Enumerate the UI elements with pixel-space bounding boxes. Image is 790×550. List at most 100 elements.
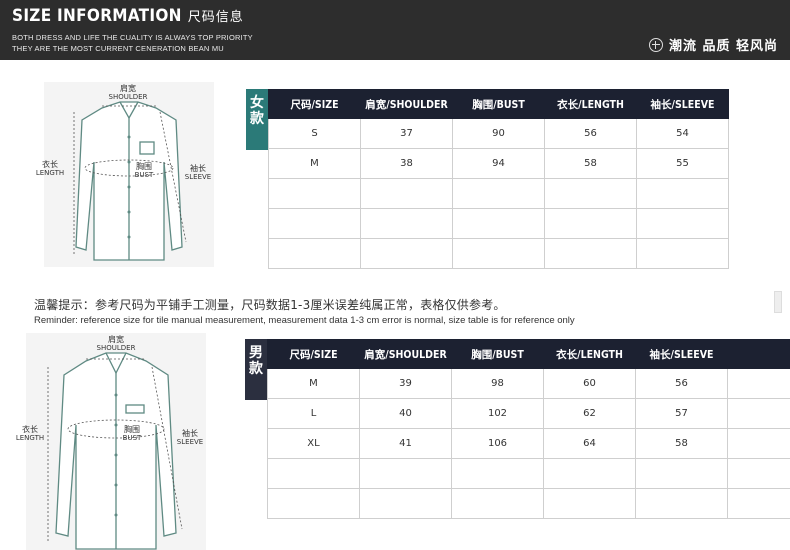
- header-length: 衣长/LENGTH: [544, 89, 637, 119]
- table-cell: 54: [636, 118, 729, 149]
- table-cell: [727, 488, 790, 519]
- table-row: [267, 488, 790, 519]
- table-cell: 58: [544, 148, 637, 179]
- tagline-text: 潮流 品质 轻风尚: [668, 39, 778, 54]
- table-cell: [452, 238, 545, 269]
- table-cell: [727, 398, 790, 429]
- table-header-row: 尺码/SIZE 肩宽/SHOULDER 胸围/BUST 衣长/LENGTH 袖长…: [268, 89, 729, 119]
- men-size-table: 尺码/SIZE 肩宽/SHOULDER 胸围/BUST 衣长/LENGTH 袖长…: [267, 339, 790, 519]
- header-extra: [727, 339, 790, 369]
- header-shoulder: 肩宽/SHOULDER: [360, 89, 453, 119]
- table-row: M 38 94 58 55: [268, 148, 729, 179]
- table-cell: 37: [360, 118, 453, 149]
- table-cell: 102: [451, 398, 544, 429]
- header-sleeve: 袖长/SLEEVE: [635, 339, 728, 369]
- table-header-row: 尺码/SIZE 肩宽/SHOULDER 胸围/BUST 衣长/LENGTH 袖长…: [267, 339, 790, 369]
- table-cell: 94: [452, 148, 545, 179]
- table-cell: [727, 368, 790, 399]
- table-cell: 62: [543, 398, 636, 429]
- table-cell: [543, 458, 636, 489]
- table-cell: 41: [359, 428, 452, 459]
- table-cell: 60: [543, 368, 636, 399]
- table-cell: 57: [635, 398, 728, 429]
- table-row: XL 41 106 64 58: [267, 428, 790, 459]
- women-shirt-diagram: 肩宽 SHOULDER 衣长 LENGTH 胸围 BUST 袖长 SLEEVE: [36, 82, 214, 267]
- title-en: SIZE INFORMATION: [12, 6, 182, 26]
- sleeve-label: 袖长 SLEEVE: [176, 429, 204, 446]
- table-cell: 98: [451, 368, 544, 399]
- table-cell: XL: [267, 428, 360, 459]
- table-cell: [544, 178, 637, 209]
- table-cell: [360, 238, 453, 269]
- table-cell: [635, 488, 728, 519]
- table-cell: [543, 488, 636, 519]
- reminder-cn: 温馨提示：参考尺码为平铺手工测量，尺码数据1-3厘米误差纯属正常，表格仅供参考。: [34, 298, 506, 312]
- header-size: 尺码/SIZE: [267, 339, 360, 369]
- header-size: 尺码/SIZE: [268, 89, 361, 119]
- table-cell: [360, 208, 453, 239]
- bust-label: 胸围 BUST: [134, 162, 154, 179]
- sleeve-label: 袖长 SLEEVE: [184, 164, 212, 181]
- plus-circle-icon: [648, 37, 663, 52]
- table-cell: [727, 458, 790, 489]
- table-cell: M: [268, 148, 361, 179]
- reminder-en: Reminder: reference size for tile manual…: [34, 315, 575, 326]
- table-cell: [636, 178, 729, 209]
- header-length: 衣长/LENGTH: [543, 339, 636, 369]
- header-sleeve: 袖长/SLEEVE: [636, 89, 729, 119]
- table-cell: [360, 178, 453, 209]
- table-row: M 39 98 60 56: [267, 368, 790, 399]
- header-bust: 胸围/BUST: [451, 339, 544, 369]
- table-cell: [635, 458, 728, 489]
- women-size-table: 尺码/SIZE 肩宽/SHOULDER 胸围/BUST 衣长/LENGTH 袖长…: [268, 89, 729, 269]
- length-label: 衣长 LENGTH: [15, 425, 45, 442]
- scroll-marker: [774, 291, 782, 313]
- table-cell: 40: [359, 398, 452, 429]
- bust-label: 胸围 BUST: [122, 425, 142, 442]
- table-cell: [359, 458, 452, 489]
- length-label: 衣长 LENGTH: [35, 160, 65, 177]
- title-cn: 尺码信息: [187, 10, 244, 25]
- table-row: [267, 458, 790, 489]
- table-cell: [268, 208, 361, 239]
- table-row: L 40 102 62 57: [267, 398, 790, 429]
- table-cell: [636, 238, 729, 269]
- table-row: S 37 90 56 54: [268, 118, 729, 149]
- table-row: [268, 238, 729, 269]
- table-cell: S: [268, 118, 361, 149]
- table-cell: [267, 488, 360, 519]
- header-bust: 胸围/BUST: [452, 89, 545, 119]
- table-cell: [268, 238, 361, 269]
- table-cell: 90: [452, 118, 545, 149]
- table-cell: 106: [451, 428, 544, 459]
- women-tab-label: 女款: [246, 89, 268, 150]
- tagline: 潮流 品质 轻风尚: [648, 35, 778, 54]
- table-cell: 39: [359, 368, 452, 399]
- table-cell: [451, 488, 544, 519]
- table-cell: [636, 208, 729, 239]
- table-cell: 56: [635, 368, 728, 399]
- table-cell: [268, 178, 361, 209]
- header-banner: SIZE INFORMATION 尺码信息 BOTH DRESS AND LIFE…: [0, 0, 790, 60]
- table-cell: [727, 428, 790, 459]
- table-row: [268, 208, 729, 239]
- subtitle-line-1: BOTH DRESS AND LIFE THE CUALITY IS ALWAY…: [12, 33, 253, 42]
- table-cell: [451, 458, 544, 489]
- shoulder-label: 肩宽 SHOULDER: [96, 335, 136, 352]
- men-tab-label: 男款: [245, 339, 267, 400]
- shoulder-label: 肩宽 SHOULDER: [108, 84, 148, 101]
- page-title: SIZE INFORMATION 尺码信息: [12, 6, 244, 26]
- table-cell: [544, 238, 637, 269]
- table-cell: [359, 488, 452, 519]
- reminder-note: 温馨提示：参考尺码为平铺手工测量，尺码数据1-3厘米误差纯属正常，表格仅供参考。…: [34, 296, 575, 326]
- table-cell: 55: [636, 148, 729, 179]
- subtitle-line-2: THEY ARE THE MOST CURRENT CENERATION BEA…: [12, 44, 224, 53]
- table-cell: [544, 208, 637, 239]
- table-cell: [267, 458, 360, 489]
- table-cell: L: [267, 398, 360, 429]
- table-cell: M: [267, 368, 360, 399]
- table-cell: 56: [544, 118, 637, 149]
- table-cell: [452, 208, 545, 239]
- table-cell: 64: [543, 428, 636, 459]
- table-cell: 38: [360, 148, 453, 179]
